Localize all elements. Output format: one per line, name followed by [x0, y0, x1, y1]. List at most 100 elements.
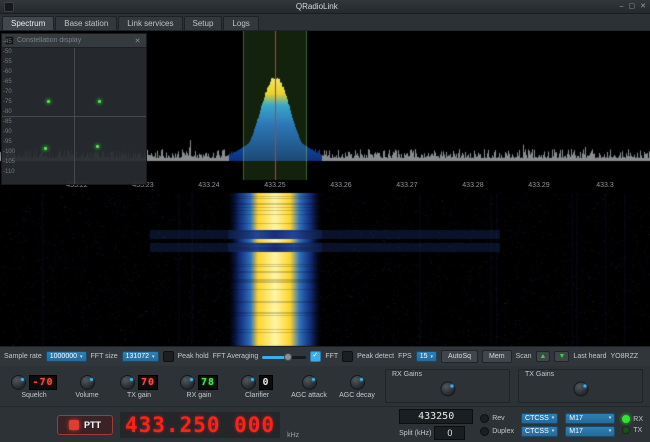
clarifier-display: 0	[259, 375, 272, 390]
clarifier-control: 0 Clarifier	[230, 373, 284, 399]
scan-up-button[interactable]: ▲	[536, 351, 551, 362]
tx-mode-select[interactable]: M17 ▾	[565, 426, 615, 437]
record-icon	[69, 420, 79, 430]
rev-radio[interactable]	[480, 414, 489, 423]
freq-axis-label: 433.26	[330, 182, 351, 189]
fft-averaging-slider[interactable]	[262, 352, 306, 362]
split-input[interactable]: 0	[434, 426, 465, 440]
mem-button[interactable]: Mem	[482, 350, 512, 363]
scan-label: Scan	[516, 353, 532, 360]
db-axis-label: -65	[3, 79, 12, 85]
sample-rate-select[interactable]: 1000000 ▾	[46, 351, 87, 362]
squelch-knob[interactable]	[11, 375, 26, 390]
frequency-display[interactable]: 433.250 000	[120, 412, 280, 438]
tx-gain-knob[interactable]	[120, 375, 135, 390]
agc-decay-label: AGC decay	[339, 392, 375, 399]
agc-decay-knob[interactable]	[350, 375, 365, 390]
volume-control: Volume	[66, 373, 108, 399]
freq-axis-label: 433.25	[264, 182, 285, 189]
constellation-point	[44, 147, 47, 150]
rev-label: Rev	[492, 415, 504, 422]
chevron-down-icon: ▾	[609, 415, 612, 421]
rx-led-icon	[622, 415, 630, 423]
rx-gains-title: RX Gains	[392, 371, 422, 378]
tab-base-station[interactable]: Base station	[55, 16, 117, 30]
scan-down-icon: ▼	[558, 353, 565, 360]
scan-down-button[interactable]: ▼	[554, 351, 569, 362]
rx-gain-knob[interactable]	[180, 375, 195, 390]
constellation-grid-horizontal	[2, 116, 146, 117]
peak-detect-label: Peak detect	[357, 353, 394, 360]
constellation-plot	[2, 48, 146, 184]
maximize-icon[interactable]: ▢	[629, 3, 636, 11]
mode-group: M17 ▾ M17 ▾	[565, 413, 615, 437]
rx-gains-group: RX Gains	[385, 369, 510, 403]
titlebar: QRadioLink – ▢ ✕	[0, 0, 650, 14]
autosq-button[interactable]: AutoSq	[441, 350, 478, 363]
clarifier-knob[interactable]	[241, 375, 256, 390]
ctcss-tx-select[interactable]: CTCSS ▾	[521, 426, 558, 437]
tab-spectrum[interactable]: Spectrum	[2, 16, 54, 30]
ctcss-rx-select[interactable]: CTCSS ▾	[521, 413, 558, 424]
rx-mode-select[interactable]: M17 ▾	[565, 413, 615, 424]
tab-link-services[interactable]: Link services	[118, 16, 182, 30]
duplex-radio[interactable]	[480, 427, 489, 436]
scan-up-icon: ▲	[540, 353, 547, 360]
db-axis-label: -80	[3, 109, 12, 115]
slider-handle[interactable]	[284, 353, 292, 361]
db-axis-label: -100	[3, 149, 15, 155]
fps-label: FPS	[398, 353, 412, 360]
duplex-label: Duplex	[492, 428, 514, 435]
toolbar: Sample rate 1000000 ▾ FFT size 131072 ▾ …	[0, 346, 650, 366]
db-axis-label: -45	[3, 39, 12, 45]
db-axis-label: -85	[3, 119, 12, 125]
constellation-close-icon[interactable]: ✕	[132, 35, 143, 46]
fft-averaging-label: FFT Averaging	[213, 353, 259, 360]
rx-gain-control: 78 RX gain	[170, 373, 228, 399]
tx-label: TX	[633, 427, 642, 434]
constellation-point	[47, 100, 50, 103]
tab-logs[interactable]: Logs	[223, 16, 258, 30]
fft-size-label: FFT size	[91, 353, 118, 360]
ctcss-group: CTCSS ▾ CTCSS ▾	[521, 413, 558, 437]
minimize-icon[interactable]: –	[620, 3, 624, 11]
tx-gains-knob[interactable]	[573, 381, 588, 396]
ptt-button[interactable]: PTT	[57, 415, 113, 435]
rx-tx-indicators: RX TX	[622, 415, 643, 434]
fps-select[interactable]: 15 ▾	[416, 351, 437, 362]
constellation-window: Constellation display ✕	[1, 33, 147, 185]
window-title: QRadioLink	[14, 2, 620, 11]
fft-size-select[interactable]: 131072 ▾	[122, 351, 159, 362]
chevron-down-icon: ▾	[152, 354, 155, 360]
db-axis-label: -75	[3, 99, 12, 105]
agc-attack-control: AGC attack	[286, 373, 332, 399]
chevron-down-icon: ▾	[609, 428, 612, 434]
fft-checkbox[interactable]: ✓	[310, 351, 321, 362]
volume-knob[interactable]	[80, 375, 95, 390]
constellation-point	[98, 100, 101, 103]
constellation-titlebar[interactable]: Constellation display ✕	[2, 34, 146, 48]
tx-gain-control: 70 TX gain	[110, 373, 168, 399]
agc-attack-knob[interactable]	[302, 375, 317, 390]
split-label: Split (kHz)	[399, 430, 431, 437]
rx-label: RX	[633, 416, 643, 423]
knob-row: -70 Squelch Volume 70 TX gain 78 RX gain…	[0, 366, 650, 406]
squelch-display: -70	[29, 375, 56, 390]
freq-axis-label: 433.24	[198, 182, 219, 189]
tab-setup[interactable]: Setup	[184, 16, 223, 30]
peak-hold-checkbox[interactable]	[163, 351, 174, 362]
frequency-input[interactable]: 433250	[399, 409, 473, 424]
squelch-control: -70 Squelch	[4, 373, 64, 399]
db-axis-label: -70	[3, 89, 12, 95]
tx-gains-title: TX Gains	[525, 371, 554, 378]
agc-attack-label: AGC attack	[291, 392, 327, 399]
peak-detect-checkbox[interactable]	[342, 351, 353, 362]
tab-bar: Spectrum Base station Link services Setu…	[0, 14, 650, 31]
close-icon[interactable]: ✕	[640, 3, 646, 11]
frequency-entry-group: 433250 Split (kHz) 0	[399, 409, 473, 440]
rx-gains-knob[interactable]	[440, 381, 455, 396]
tx-led-icon	[622, 426, 630, 434]
tx-gains-group: TX Gains	[518, 369, 643, 403]
db-axis-label: -60	[3, 69, 12, 75]
fft-label: FFT	[325, 353, 338, 360]
